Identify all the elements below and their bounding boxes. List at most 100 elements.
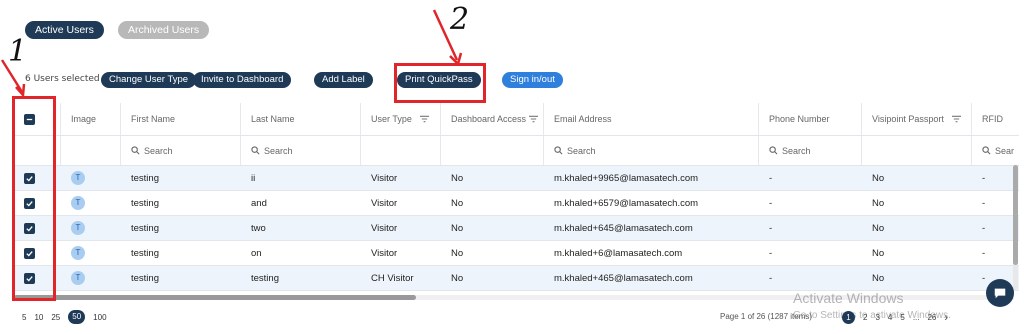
page-size-25[interactable]: 25 (51, 313, 60, 322)
row-last-name-text: testing (251, 272, 279, 284)
avatar: T (71, 246, 85, 260)
table-row[interactable]: Ttesting testing CH Visitor No m.khaled+465@… (14, 266, 1019, 291)
rfid-search[interactable]: Sear (972, 136, 1019, 165)
row-first-name: testing (121, 241, 241, 265)
row-email-text: m.khaled+6@lamasatech.com (554, 247, 683, 259)
row-last-name-text: ii (251, 172, 256, 184)
page-ellipsis: ... (912, 313, 920, 322)
chat-button[interactable] (986, 279, 1014, 307)
email-search[interactable]: Search (544, 136, 759, 165)
page-button[interactable]: 5 (900, 313, 904, 322)
last-name-search[interactable]: Search (241, 136, 361, 165)
tab-archived-users[interactable]: Archived Users (117, 21, 210, 39)
avatar: T (71, 171, 85, 185)
search-placeholder: Search (144, 145, 173, 156)
row-dashboard-access: No (441, 166, 544, 190)
header-user-type[interactable]: User Type (361, 103, 441, 135)
table-row[interactable]: Ttesting ii Visitor No m.khaled+9965@lamasat… (14, 166, 1019, 191)
row-rfid-text: - (982, 222, 986, 234)
filter-cell-image (61, 136, 121, 165)
header-visipoint-passport[interactable]: Visipoint Passport (862, 103, 972, 135)
chat-icon (994, 288, 1006, 299)
next-page-button[interactable]: › (944, 312, 948, 324)
add-label-button[interactable]: Add Label (314, 72, 373, 88)
filter-icon[interactable] (529, 115, 539, 123)
row-user-type: Visitor (361, 191, 441, 215)
search-icon (554, 146, 563, 155)
table-row[interactable]: Ttesting and Visitor No m.khaled+6579@lamasa… (14, 191, 1019, 216)
page-button[interactable]: 3 (875, 313, 879, 322)
page-size-50[interactable]: 50 (68, 310, 86, 324)
row-phone-text: - (769, 272, 773, 284)
header-dashboard-access-label: Dashboard Access (451, 114, 527, 124)
row-dashboard-access-text: No (451, 222, 464, 234)
filter-cell-user-type (361, 136, 441, 165)
row-passport: No (862, 241, 972, 265)
row-user-type: Visitor (361, 166, 441, 190)
page-button[interactable]: 2 (863, 313, 867, 322)
header-user-type-label: User Type (371, 114, 412, 124)
row-passport-text: No (872, 247, 885, 259)
invite-to-dashboard-button[interactable]: Invite to Dashboard (193, 72, 292, 88)
header-dashboard-access[interactable]: Dashboard Access (441, 103, 544, 135)
filter-cell-dashboard (441, 136, 544, 165)
page-button-current[interactable]: 1 (842, 311, 855, 324)
row-phone: - (759, 266, 862, 290)
filter-icon[interactable] (951, 115, 961, 123)
search-icon (769, 146, 778, 155)
page-size-10[interactable]: 10 (34, 313, 43, 322)
row-email: m.khaled+6@lamasatech.com (544, 241, 759, 265)
row-image-cell: T (61, 166, 121, 190)
row-image-cell: T (61, 216, 121, 240)
horizontal-scroll-thumb[interactable] (14, 295, 416, 300)
row-last-name: two (241, 216, 361, 240)
page-size-100[interactable]: 100 (93, 313, 106, 322)
filter-icon[interactable] (419, 115, 429, 123)
row-first-name: testing (121, 216, 241, 240)
change-user-type-button[interactable]: Change User Type (101, 72, 197, 88)
avatar: T (71, 271, 85, 285)
header-rfid[interactable]: RFID (972, 103, 1019, 135)
row-passport: No (862, 266, 972, 290)
user-tabs: Active Users Archived Users (25, 21, 210, 39)
header-first-name[interactable]: First Name (121, 103, 241, 135)
row-user-type: Visitor (361, 241, 441, 265)
table-row[interactable]: Ttesting on Visitor No m.khaled+6@lamasatech… (14, 241, 1019, 266)
row-email-text: m.khaled+9965@lamasatech.com (554, 172, 699, 184)
row-phone-text: - (769, 247, 773, 259)
row-email: m.khaled+465@lamasatech.com (544, 266, 759, 290)
avatar: T (71, 196, 85, 210)
header-last-name-label: Last Name (251, 114, 295, 124)
search-icon (251, 146, 260, 155)
row-dashboard-access: No (441, 216, 544, 240)
search-icon (131, 146, 140, 155)
row-passport: No (862, 191, 972, 215)
header-last-name[interactable]: Last Name (241, 103, 361, 135)
vertical-scroll-thumb[interactable] (1013, 165, 1018, 265)
header-phone-label: Phone Number (769, 114, 830, 124)
first-name-search[interactable]: Search (121, 136, 241, 165)
header-phone-number[interactable]: Phone Number (759, 103, 862, 135)
row-passport-text: No (872, 172, 885, 184)
bulk-action-toolbar: 6 Users selected Change User Type Invite… (25, 72, 1005, 88)
sign-in-out-button[interactable]: Sign in/out (502, 72, 563, 88)
tab-active-users[interactable]: Active Users (25, 21, 104, 39)
vertical-scrollbar[interactable] (1013, 165, 1018, 290)
header-email-address[interactable]: Email Address (544, 103, 759, 135)
page-size-selector: 5 10 25 50 100 (22, 310, 107, 324)
search-icon (982, 146, 991, 155)
header-rfid-label: RFID (982, 114, 1003, 124)
row-email-text: m.khaled+465@lamasatech.com (554, 272, 693, 284)
row-user-type-text: CH Visitor (371, 272, 414, 284)
windows-watermark-title: Activate Windows (793, 290, 904, 306)
row-image-cell: T (61, 241, 121, 265)
page-button[interactable]: 4 (888, 313, 892, 322)
phone-search[interactable]: Search (759, 136, 862, 165)
search-placeholder: Search (567, 145, 596, 156)
row-dashboard-access-text: No (451, 272, 464, 284)
row-last-name-text: and (251, 197, 267, 209)
table-row[interactable]: Ttesting two Visitor No m.khaled+645@lamasat… (14, 216, 1019, 241)
page-button-last[interactable]: 26 (927, 313, 936, 322)
page-size-5[interactable]: 5 (22, 313, 26, 322)
annotation-box-checkboxes (12, 96, 56, 301)
